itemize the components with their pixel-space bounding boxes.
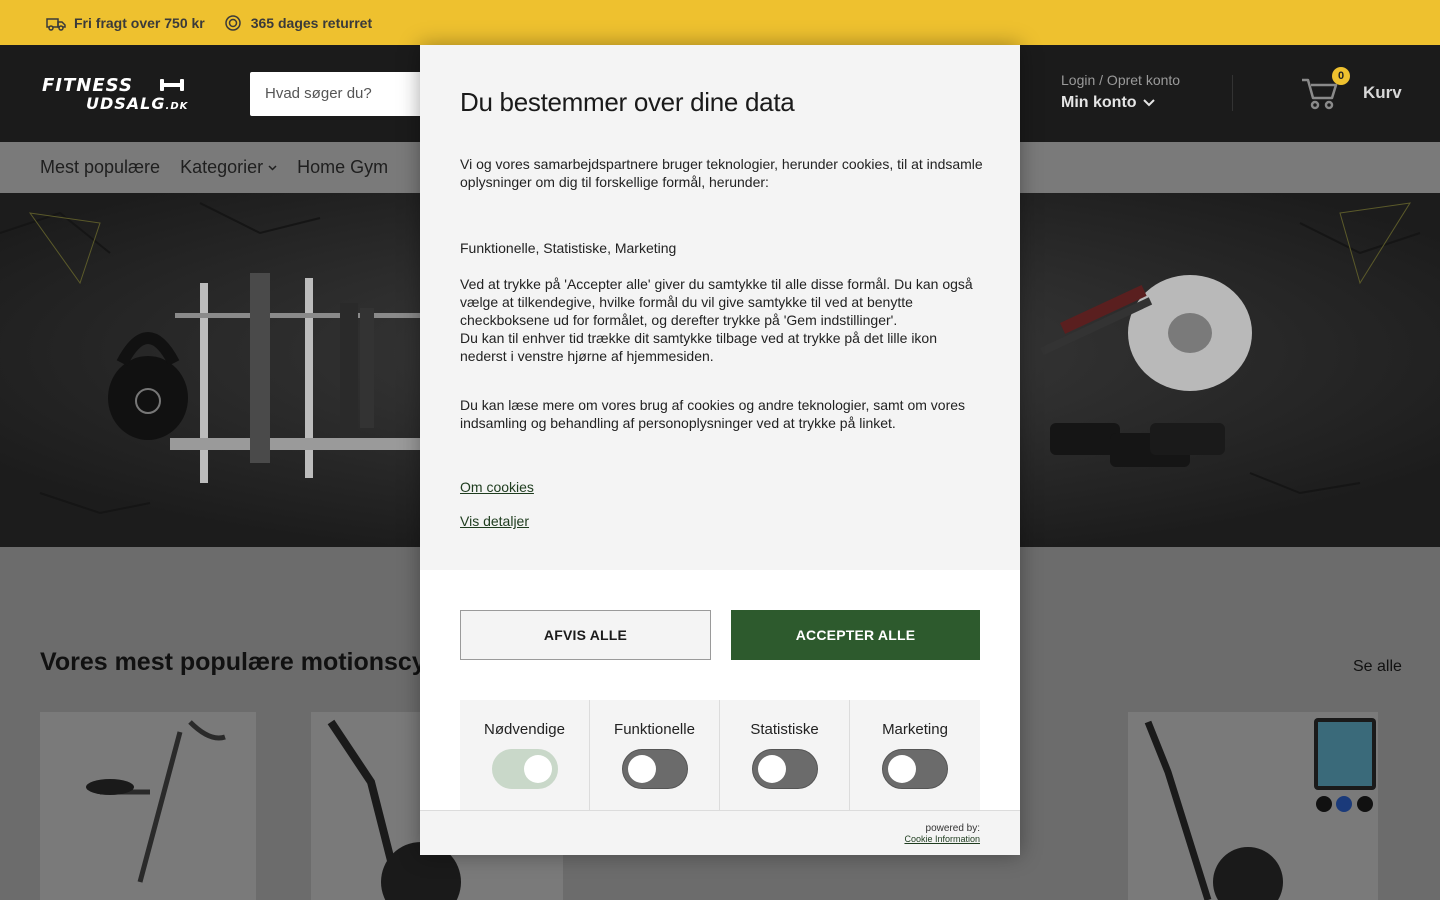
powered-by-label: powered by:	[925, 823, 980, 834]
toggle-marketing[interactable]	[882, 749, 948, 789]
show-details-link[interactable]: Vis detaljer	[460, 513, 529, 529]
powered-by: powered by: Cookie Information	[904, 823, 980, 845]
truck-icon	[46, 17, 66, 31]
my-account-button[interactable]: Min konto	[1061, 94, 1180, 112]
dialog-purposes-text: Funktionelle, Statistiske, Marketing	[460, 240, 677, 256]
toggle-knob	[524, 755, 552, 783]
free-shipping-text: Fri fragt over 750 kr	[74, 14, 205, 31]
section-title: Vores mest populære motionscyk	[40, 648, 440, 676]
cookie-information-link[interactable]: Cookie Information	[904, 834, 980, 845]
logo-text-top: FITNESS	[42, 75, 133, 96]
toggle-functional[interactable]	[622, 749, 688, 789]
reject-all-button[interactable]: AFVIS ALLE	[460, 610, 711, 660]
toggle-cell-functional: Funktionelle	[590, 700, 720, 810]
toggle-knob	[758, 755, 786, 783]
dialog-intro-text: Vi og vores samarbejdspartnere bruger te…	[460, 156, 983, 190]
dialog-title: Du bestemmer over dine data	[460, 87, 795, 117]
chevron-down-icon	[268, 164, 277, 171]
dialog-consent-text: Ved at trykke på 'Accepter alle' giver d…	[460, 276, 973, 328]
cart-icon	[1302, 78, 1338, 110]
login-link[interactable]: Login / Opret konto	[1061, 72, 1180, 88]
nav-item-home-gym[interactable]: Home Gym	[297, 157, 388, 178]
toggle-label-statistics: Statistiske	[750, 721, 819, 738]
nav-item-categories[interactable]: Kategorier	[180, 157, 277, 178]
chevron-down-icon	[1142, 99, 1155, 107]
toggle-cell-statistics: Statistiske	[720, 700, 850, 810]
header-divider	[1232, 75, 1233, 111]
about-cookies-link[interactable]: Om cookies	[460, 479, 534, 495]
toggle-label-functional: Funktionelle	[614, 721, 695, 738]
cookie-consent-dialog: Du bestemmer over dine data Vi og vores …	[420, 45, 1020, 855]
toggle-necessary	[492, 749, 558, 789]
toggle-knob	[888, 755, 916, 783]
dialog-read-more-text: Du kan læse mere om vores brug af cookie…	[460, 397, 966, 431]
toggle-cell-necessary: Nødvendige	[460, 700, 590, 810]
my-account-label: Min konto	[1061, 94, 1137, 111]
toggle-label-necessary: Nødvendige	[484, 721, 565, 738]
free-shipping-notice: Fri fragt over 750 kr	[46, 15, 205, 31]
dumbbell-icon	[160, 79, 184, 91]
product-card[interactable]	[40, 712, 256, 900]
logo-text-bottom: UDSALG.DK	[86, 94, 189, 113]
announcement-bar: Fri fragt over 750 kr 365 dages returret	[0, 0, 1440, 45]
nav-item-categories-label: Kategorier	[180, 157, 264, 177]
toggle-knob	[628, 755, 656, 783]
site-logo[interactable]: FITNESS UDSALG.DK	[42, 75, 212, 115]
toggle-statistics[interactable]	[752, 749, 818, 789]
accept-all-button[interactable]: ACCEPTER ALLE	[731, 610, 980, 660]
account-menu[interactable]: Login / Opret konto Min konto	[1061, 72, 1180, 112]
cart-button[interactable]: 0 Kurv	[1300, 67, 1410, 117]
see-all-link[interactable]: Se alle	[1353, 658, 1402, 676]
dialog-withdraw-text: Du kan til enhver tid trække dit samtykk…	[460, 330, 937, 364]
return-policy-text: 365 dages returret	[250, 14, 373, 31]
return-icon	[224, 14, 241, 31]
toggle-label-marketing: Marketing	[882, 721, 948, 738]
cart-label: Kurv	[1363, 83, 1402, 102]
product-card[interactable]	[1128, 712, 1378, 900]
cart-count-badge: 0	[1332, 67, 1350, 85]
exercise-bike-image	[1128, 712, 1378, 900]
consent-toggles: Nødvendige Funktionelle Statistiske Mark…	[420, 700, 1020, 810]
return-policy-notice: 365 dages returret	[223, 15, 372, 31]
nav-item-most-popular[interactable]: Mest populære	[40, 157, 160, 178]
toggle-cell-marketing: Marketing	[850, 700, 980, 810]
exercise-bike-image	[40, 712, 256, 900]
dialog-footer: powered by: Cookie Information	[420, 810, 1020, 855]
dialog-button-area: AFVIS ALLE ACCEPTER ALLE	[420, 570, 1020, 700]
